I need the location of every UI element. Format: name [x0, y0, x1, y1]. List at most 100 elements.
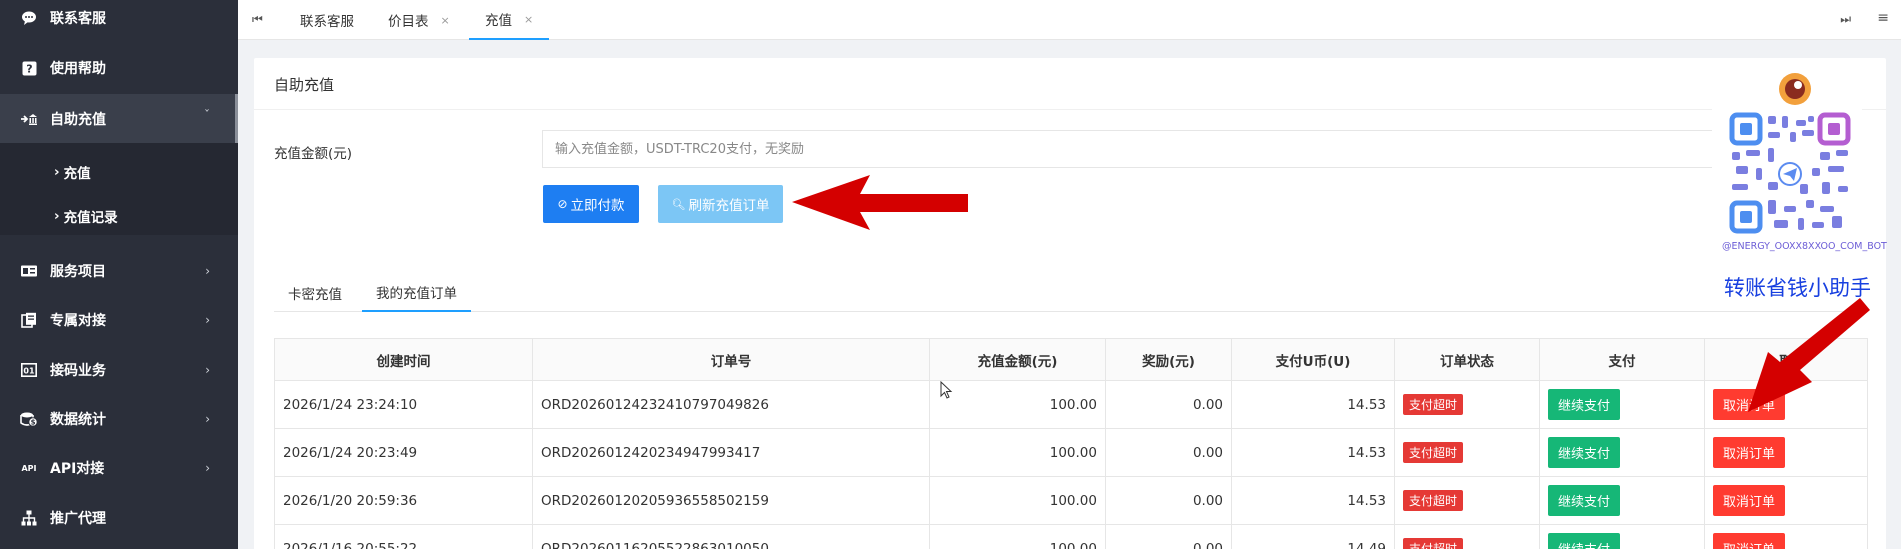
sidebar-item-services[interactable]: 服务项目 › — [0, 247, 238, 295]
col-usdt: 支付U币(U) — [1231, 338, 1395, 381]
cell-cancel: 取消订单 — [1704, 428, 1868, 477]
cell-pay: 继续支付 — [1539, 476, 1705, 525]
scroll-left-icon[interactable]: ⏮ — [252, 12, 263, 27]
cell-amount: 100.00 — [929, 524, 1106, 549]
continue-pay-button[interactable]: 继续支付 — [1548, 533, 1621, 549]
sidebar-item-label: 自助充值 — [50, 111, 106, 128]
chevron-right-icon: › — [54, 164, 60, 180]
arrow-annotation-cancel — [1748, 298, 1870, 412]
order-tabs: 卡密充值 我的充值订单 — [274, 274, 1868, 312]
continue-pay-button[interactable]: 继续支付 — [1548, 437, 1621, 468]
sidebar-item-label: API对接 — [50, 461, 105, 477]
stats-icon: $ — [20, 410, 38, 428]
cell-usdt: 14.53 — [1231, 380, 1395, 429]
sidebar-item-code[interactable]: 01 接码业务 › — [0, 346, 238, 394]
chevron-right-icon: › — [54, 208, 60, 224]
tab-label: 价目表 — [388, 14, 429, 30]
cell-reward: 0.00 — [1105, 380, 1232, 429]
network-icon — [20, 509, 38, 527]
col-reward: 奖励(元) — [1105, 338, 1232, 381]
api-icon: API — [21, 463, 37, 473]
sidebar-item-api[interactable]: API API对接 › — [0, 444, 238, 492]
close-icon[interactable]: × — [524, 13, 533, 26]
cell-usdt: 14.49 — [1231, 524, 1395, 549]
menu-icon[interactable]: ≡ — [1877, 10, 1889, 26]
cancel-order-button[interactable]: 取消订单 — [1713, 485, 1786, 516]
tab-card-recharge[interactable]: 卡密充值 — [274, 274, 356, 312]
cell-status: 支付超时 — [1394, 380, 1540, 429]
sidebar-item-docking[interactable]: 专属对接 › — [0, 296, 238, 344]
sidebar-subitem-label: 充值 — [63, 166, 91, 182]
sidebar-item-label: 推广代理 — [50, 511, 106, 527]
status-badge: 支付超时 — [1403, 394, 1464, 415]
refresh-orders-label: 刷新充值订单 — [688, 198, 770, 214]
tab-recharge[interactable]: 充值 × — [469, 0, 550, 40]
chevron-right-icon: › — [205, 363, 210, 377]
sidebar-item-recharge[interactable]: 自助充值 ˇ — [0, 94, 238, 143]
tab-price-list[interactable]: 价目表 × — [388, 0, 450, 40]
chevron-right-icon: › — [205, 313, 210, 327]
sidebar-subitem-recharge-records[interactable]: › 充值记录 — [0, 194, 238, 238]
cell-order-id: ORD2026012420234947993417 — [532, 428, 930, 477]
orders-table: 创建时间 订单号 充值金额(元) 奖励(元) 支付U币(U) 订单状态 支付 取… — [274, 338, 1868, 549]
table-row: 2026/1/24 20:23:49 ORD202601242023494799… — [274, 428, 1868, 477]
cell-amount: 100.00 — [929, 476, 1106, 525]
sidebar-item-label: 数据统计 — [50, 412, 106, 428]
cell-time: 2026/1/20 20:59:36 — [274, 476, 533, 525]
cell-time: 2026/1/24 20:23:49 — [274, 428, 533, 477]
sidebar-item-label: 服务项目 — [50, 264, 106, 280]
table-row: 2026/1/16 20:55:22 ORD202601162055228630… — [274, 524, 1868, 549]
tab-my-orders[interactable]: 我的充值订单 — [362, 274, 471, 312]
continue-pay-button[interactable]: 继续支付 — [1548, 389, 1621, 420]
cancel-order-button[interactable]: 取消订单 — [1713, 437, 1786, 468]
chevron-right-icon: › — [205, 461, 210, 475]
cancel-order-button[interactable]: 取消订单 — [1713, 533, 1786, 549]
svg-text:?: ? — [26, 62, 32, 75]
cell-pay: 继续支付 — [1539, 380, 1705, 429]
cell-pay: 继续支付 — [1539, 524, 1705, 549]
sidebar-item-label: 接码业务 — [50, 363, 106, 379]
cell-cancel: 取消订单 — [1704, 476, 1868, 525]
status-badge: 支付超时 — [1403, 490, 1464, 511]
continue-pay-button[interactable]: 继续支付 — [1548, 485, 1621, 516]
svg-text:$: $ — [31, 419, 36, 427]
cell-status: 支付超时 — [1394, 476, 1540, 525]
refresh-orders-button[interactable]: 🔍︎ 刷新充值订单 — [658, 185, 783, 223]
cell-amount: 100.00 — [929, 380, 1106, 429]
qr-caption: @ENERGY_OOXX8XXOO_COM_BOT — [1722, 241, 1887, 252]
chat-icon — [20, 9, 38, 27]
amount-label: 充值金额(元) — [274, 146, 353, 162]
cell-order-id: ORD20260120205936558502159 — [532, 476, 930, 525]
service-icon — [20, 262, 38, 280]
col-created-time: 创建时间 — [274, 338, 533, 381]
pay-now-label: 立即付款 — [570, 198, 625, 214]
chevron-down-icon: ˇ — [204, 108, 210, 122]
cell-status: 支付超时 — [1394, 524, 1540, 549]
sidebar-item-contact[interactable]: 联系客服 — [0, 0, 238, 42]
cell-reward: 0.00 — [1105, 524, 1232, 549]
code-icon: 01 — [20, 361, 38, 379]
scroll-right-icon[interactable]: ⏭ — [1840, 12, 1851, 27]
mouse-cursor-icon — [940, 381, 953, 399]
arrow-shape — [1748, 298, 1870, 412]
sidebar-item-help[interactable]: ? 使用帮助 — [0, 44, 238, 92]
cell-amount: 100.00 — [929, 428, 1106, 477]
search-icon: 🔍︎ — [671, 197, 686, 211]
tab-label: 联系客服 — [300, 14, 354, 30]
sidebar-item-label: 专属对接 — [50, 313, 106, 329]
sidebar-item-stats[interactable]: $ 数据统计 › — [0, 395, 238, 443]
cell-order-id: ORD20260124232410797049826 — [532, 380, 930, 429]
amount-input[interactable] — [542, 130, 1742, 168]
sidebar: 联系客服 ? 使用帮助 自助充值 ˇ › 充值 › 充值记录 服务项目 › 专属… — [0, 0, 238, 549]
close-icon[interactable]: × — [441, 14, 450, 27]
cell-reward: 0.00 — [1105, 428, 1232, 477]
tab-contact[interactable]: 联系客服 — [300, 0, 354, 40]
col-amount: 充值金额(元) — [929, 338, 1106, 381]
sidebar-item-promotion[interactable]: 推广代理 — [0, 494, 238, 542]
pay-now-button[interactable]: ⊘ 立即付款 — [543, 185, 639, 223]
col-pay: 支付 — [1539, 338, 1705, 381]
sidebar-subitem-recharge[interactable]: › 充值 — [0, 150, 238, 194]
docking-icon — [20, 311, 38, 329]
cell-reward: 0.00 — [1105, 476, 1232, 525]
arrow-shape — [792, 175, 968, 230]
